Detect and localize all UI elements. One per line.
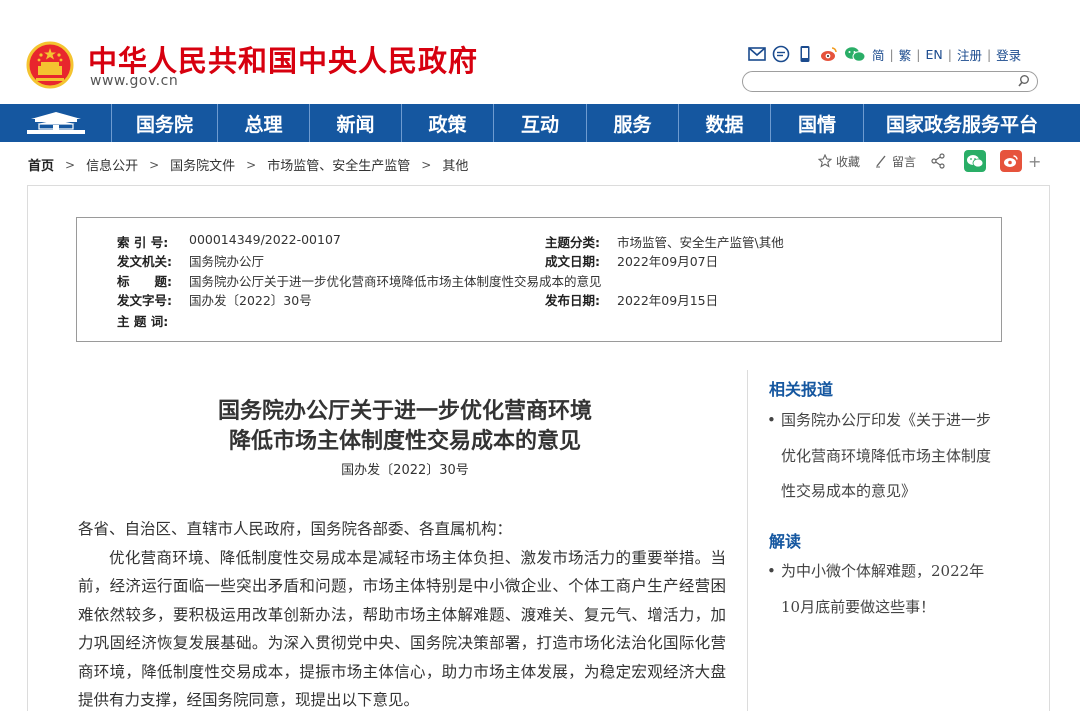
search-box	[742, 71, 1038, 93]
nav-item-national-info[interactable]: 国情	[771, 104, 864, 142]
interpretation-text[interactable]: 为中小微个体解难题，2022年10月底前要做这些事！	[767, 554, 997, 625]
interpretation-heading: 解读	[769, 532, 802, 551]
info-row-doc-number: 发文字号: 国办发〔2022〕30号	[117, 290, 312, 309]
info-value: 000014349/2022-00107	[189, 232, 341, 247]
info-row-keywords: 主 题 词:	[117, 311, 189, 330]
separator: |	[916, 46, 921, 62]
separator: |	[986, 46, 992, 62]
info-label: 主题分类:	[545, 235, 600, 250]
chevron-right-icon: >	[149, 157, 160, 172]
star-icon	[818, 154, 832, 168]
nav-item-gov-service-platform[interactable]: 国家政务服务平台	[864, 104, 1060, 142]
article-salutation: 各省、自治区、直辖市人民政府，国务院各部委、各直属机构：	[78, 520, 513, 538]
site-url[interactable]: www.gov.cn	[90, 73, 178, 89]
info-label: 标 题:	[117, 274, 172, 289]
info-value: 2022年09月07日	[617, 254, 719, 269]
mail-icon[interactable]	[748, 45, 766, 63]
breadcrumb-item[interactable]: 信息公开	[86, 155, 138, 174]
login-link[interactable]: 登录	[996, 45, 1021, 64]
breadcrumb-item-current: 其他	[442, 159, 469, 174]
info-label: 发布日期:	[545, 293, 600, 308]
top-links: 简 | 繁 | EN | 注册 | 登录	[748, 44, 1021, 64]
info-value: 国务院办公厅	[189, 254, 265, 269]
info-label: 索 引 号:	[117, 235, 169, 250]
article-body: 各省、自治区、直辖市人民政府，国务院各部委、各直属机构： 优化营商环境、降低制度…	[78, 515, 726, 711]
chat-icon[interactable]	[772, 45, 790, 63]
related-report-text[interactable]: 国务院办公厅印发《关于进一步优化营商环境降低市场主体制度性交易成本的意见》	[767, 403, 997, 510]
breadcrumb-item[interactable]: 市场监管、安全生产监管	[267, 155, 410, 174]
wechat-icon[interactable]	[844, 45, 866, 63]
related-reports-heading: 相关报道	[769, 380, 834, 399]
share-wechat-button[interactable]	[964, 150, 987, 172]
related-report-link[interactable]: • 国务院办公厅印发《关于进一步优化营商环境降低市场主体制度性交易成本的意见》	[767, 403, 997, 510]
share-weibo-button[interactable]	[1000, 150, 1023, 172]
more-share-icon[interactable]: +	[1028, 152, 1041, 171]
info-row-subject: 主题分类: 市场监管、安全生产监管\其他	[545, 232, 784, 251]
site-header: 中华人民共和国中央人民政府 www.gov.cn 简 | 繁 | EN | 注册…	[0, 0, 1080, 104]
nav-item-interaction[interactable]: 互动	[494, 104, 587, 142]
mobile-icon[interactable]	[796, 45, 814, 63]
info-value: 国务院办公厅关于进一步优化营商环境降低市场主体制度性交易成本的意见	[189, 274, 602, 289]
info-label: 发文字号:	[117, 293, 172, 308]
info-label: 主 题 词:	[117, 314, 169, 329]
breadcrumb: 首页 > 信息公开 > 国务院文件 > 市场监管、安全生产监管 > 其他	[28, 155, 469, 175]
separator: |	[889, 46, 894, 62]
favorite-button[interactable]: 收藏	[818, 153, 860, 170]
share-button[interactable]	[930, 153, 950, 169]
bullet-icon: •	[767, 411, 776, 429]
register-link[interactable]: 注册	[957, 45, 982, 64]
article-title-line: 降低市场主体制度性交易成本的意见	[228, 428, 581, 454]
lang-simplified-link[interactable]: 简	[872, 45, 885, 64]
main-nav: 国务院 总理 新闻 政策 互动 服务 数据 国情 国家政务服务平台	[0, 104, 1080, 142]
nav-item-premier[interactable]: 总理	[218, 104, 310, 142]
interpretation-link[interactable]: • 为中小微个体解难题，2022年10月底前要做这些事！	[767, 554, 997, 625]
bullet-icon: •	[767, 562, 776, 580]
article-doc-number: 国办发〔2022〕30号	[341, 463, 469, 478]
nav-item-services[interactable]: 服务	[587, 104, 679, 142]
lang-english-link[interactable]: EN	[925, 47, 942, 62]
breadcrumb-item[interactable]: 国务院文件	[170, 155, 235, 174]
favorite-label: 收藏	[836, 154, 861, 169]
info-label: 发文机关:	[117, 254, 172, 269]
share-icon	[931, 153, 945, 169]
chevron-right-icon: >	[246, 157, 257, 172]
nav-item-state-council[interactable]: 国务院	[112, 104, 218, 142]
document-info-table: 索 引 号: 000014349/2022-00107 主题分类: 市场监管、安…	[76, 217, 1002, 342]
breadcrumb-home[interactable]: 首页	[28, 155, 54, 174]
comment-label: 留言	[892, 154, 917, 169]
comment-button[interactable]: 留言	[874, 153, 916, 170]
weibo-icon	[1004, 155, 1018, 167]
info-row-written-date: 成文日期: 2022年09月07日	[545, 251, 718, 270]
pen-icon	[876, 155, 886, 168]
chevron-right-icon: >	[65, 157, 76, 172]
info-row-index: 索 引 号: 000014349/2022-00107	[117, 232, 341, 251]
nav-home[interactable]	[0, 104, 112, 142]
nav-item-data[interactable]: 数据	[679, 104, 771, 142]
info-row-published-date: 发布日期: 2022年09月15日	[545, 290, 718, 309]
search-icon[interactable]	[1017, 74, 1031, 88]
wechat-icon	[967, 155, 984, 168]
article-title: 国务院办公厅关于进一步优化营商环境 降低市场主体制度性交易成本的意见	[100, 396, 710, 456]
info-row-issuer: 发文机关: 国务院办公厅	[117, 251, 264, 270]
search-input[interactable]	[753, 73, 1023, 93]
info-label: 成文日期:	[545, 254, 600, 269]
info-value: 市场监管、安全生产监管\其他	[617, 235, 784, 250]
info-row-title: 标 题: 国务院办公厅关于进一步优化营商环境降低市场主体制度性交易成本的意见	[117, 271, 602, 290]
weibo-icon[interactable]	[820, 45, 838, 63]
info-value: 2022年09月15日	[617, 293, 719, 308]
tiananmen-icon	[26, 112, 85, 134]
article-tools: 收藏 留言 +	[818, 150, 1041, 172]
chevron-right-icon: >	[421, 157, 432, 172]
info-value: 国办发〔2022〕30号	[189, 293, 312, 308]
sidebar: 相关报道 • 国务院办公厅印发《关于进一步优化营商环境降低市场主体制度性交易成本…	[747, 370, 1007, 711]
nav-item-news[interactable]: 新闻	[310, 104, 402, 142]
national-emblem-icon[interactable]	[26, 40, 74, 90]
nav-item-policy[interactable]: 政策	[402, 104, 494, 142]
lang-traditional-link[interactable]: 繁	[899, 45, 912, 64]
article-title-line: 国务院办公厅关于进一步优化营商环境	[217, 398, 592, 424]
article-paragraph: 优化营商环境、降低制度性交易成本是减轻市场主体负担、激发市场活力的重要举措。当前…	[78, 548, 726, 710]
separator: |	[947, 46, 952, 62]
